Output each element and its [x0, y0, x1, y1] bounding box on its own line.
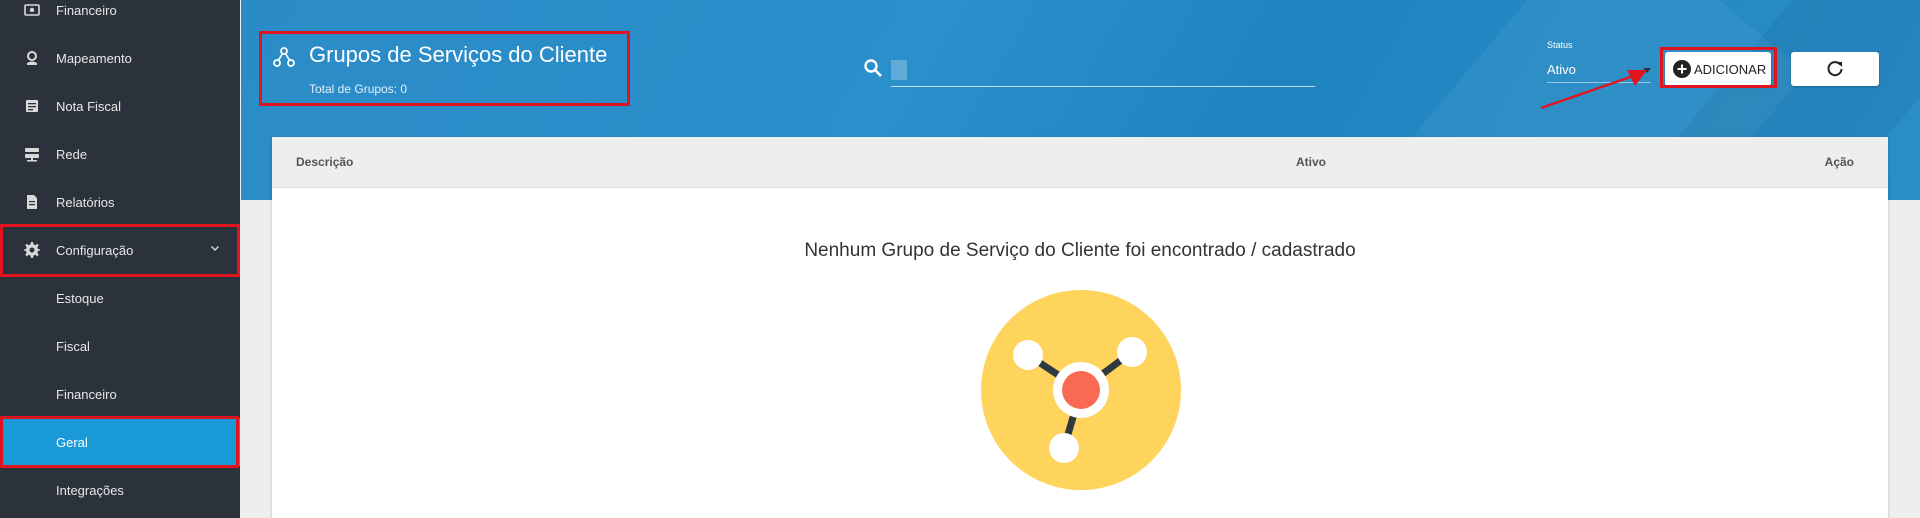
sidebar-item-label: Nota Fiscal — [56, 98, 122, 114]
group-nodes-icon — [273, 47, 295, 67]
page-title: Grupos de Serviços do Cliente — [309, 42, 608, 67]
gear-icon — [24, 242, 40, 258]
map-pin-icon — [24, 50, 40, 66]
column-header-acao: Ação — [1824, 155, 1854, 169]
sidebar-item-configuracao[interactable]: Configuração — [0, 226, 240, 274]
sidebar-item-rede[interactable]: Rede — [0, 130, 240, 178]
document-icon — [24, 98, 40, 114]
sidebar-item-label: Rede — [56, 146, 88, 162]
sidebar-subitem-integracoes[interactable]: Integrações — [0, 466, 240, 514]
empty-state-illustration — [981, 290, 1181, 490]
total-count: Total de Grupos: 0 — [309, 82, 408, 96]
report-icon — [24, 194, 40, 210]
sidebar-item-relatorios[interactable]: Relatórios — [0, 178, 240, 226]
add-button[interactable]: ADICIONAR — [1665, 52, 1771, 86]
sidebar-item-label: Financeiro — [56, 2, 117, 18]
sidebar-subitem-geral[interactable]: Geral — [0, 418, 240, 466]
sidebar-item-label: Financeiro — [56, 386, 117, 402]
sidebar-item-nota-fiscal[interactable]: Nota Fiscal — [0, 82, 240, 130]
sidebar-item-label: Configuração — [56, 242, 134, 258]
status-label: Status — [1547, 40, 1573, 50]
sidebar-subitem-financeiro[interactable]: Financeiro — [0, 370, 240, 418]
sidebar-item-label: Estoque — [56, 290, 104, 306]
search-icon — [864, 59, 882, 77]
sidebar: Financeiro Mapeamento Nota Fiscal Rede R… — [0, 0, 240, 518]
sidebar-item-label: Mapeamento — [56, 50, 132, 66]
money-icon — [24, 2, 40, 18]
sidebar-item-label: Geral — [56, 434, 88, 450]
table-header: Descrição Ativo Ação — [272, 137, 1888, 188]
chevron-down-icon — [208, 242, 222, 256]
sidebar-item-mapeamento[interactable]: Mapeamento — [0, 34, 240, 82]
groups-table-card: Descrição Ativo Ação Nenhum Grupo de Ser… — [272, 137, 1888, 518]
server-icon — [24, 146, 40, 162]
refresh-button[interactable] — [1791, 52, 1879, 86]
add-button-label: ADICIONAR — [1694, 61, 1767, 77]
sidebar-item-label: Fiscal — [56, 338, 90, 354]
plus-icon — [1673, 60, 1691, 78]
text-cursor — [891, 60, 907, 80]
search-input[interactable] — [891, 58, 1315, 87]
column-header-ativo[interactable]: Ativo — [1296, 155, 1326, 169]
sidebar-item-financeiro[interactable]: Financeiro — [0, 0, 240, 34]
annotation-arrow — [1540, 70, 1647, 110]
sidebar-subitem-fiscal[interactable]: Fiscal — [0, 322, 240, 370]
column-header-descricao[interactable]: Descrição — [296, 155, 353, 169]
sidebar-subitem-estoque[interactable]: Estoque — [0, 274, 240, 322]
refresh-icon — [1827, 61, 1843, 77]
sidebar-item-label: Relatórios — [56, 194, 115, 210]
sidebar-item-label: Integrações — [56, 482, 124, 498]
empty-state-message: Nenhum Grupo de Serviço do Cliente foi e… — [804, 240, 1356, 261]
